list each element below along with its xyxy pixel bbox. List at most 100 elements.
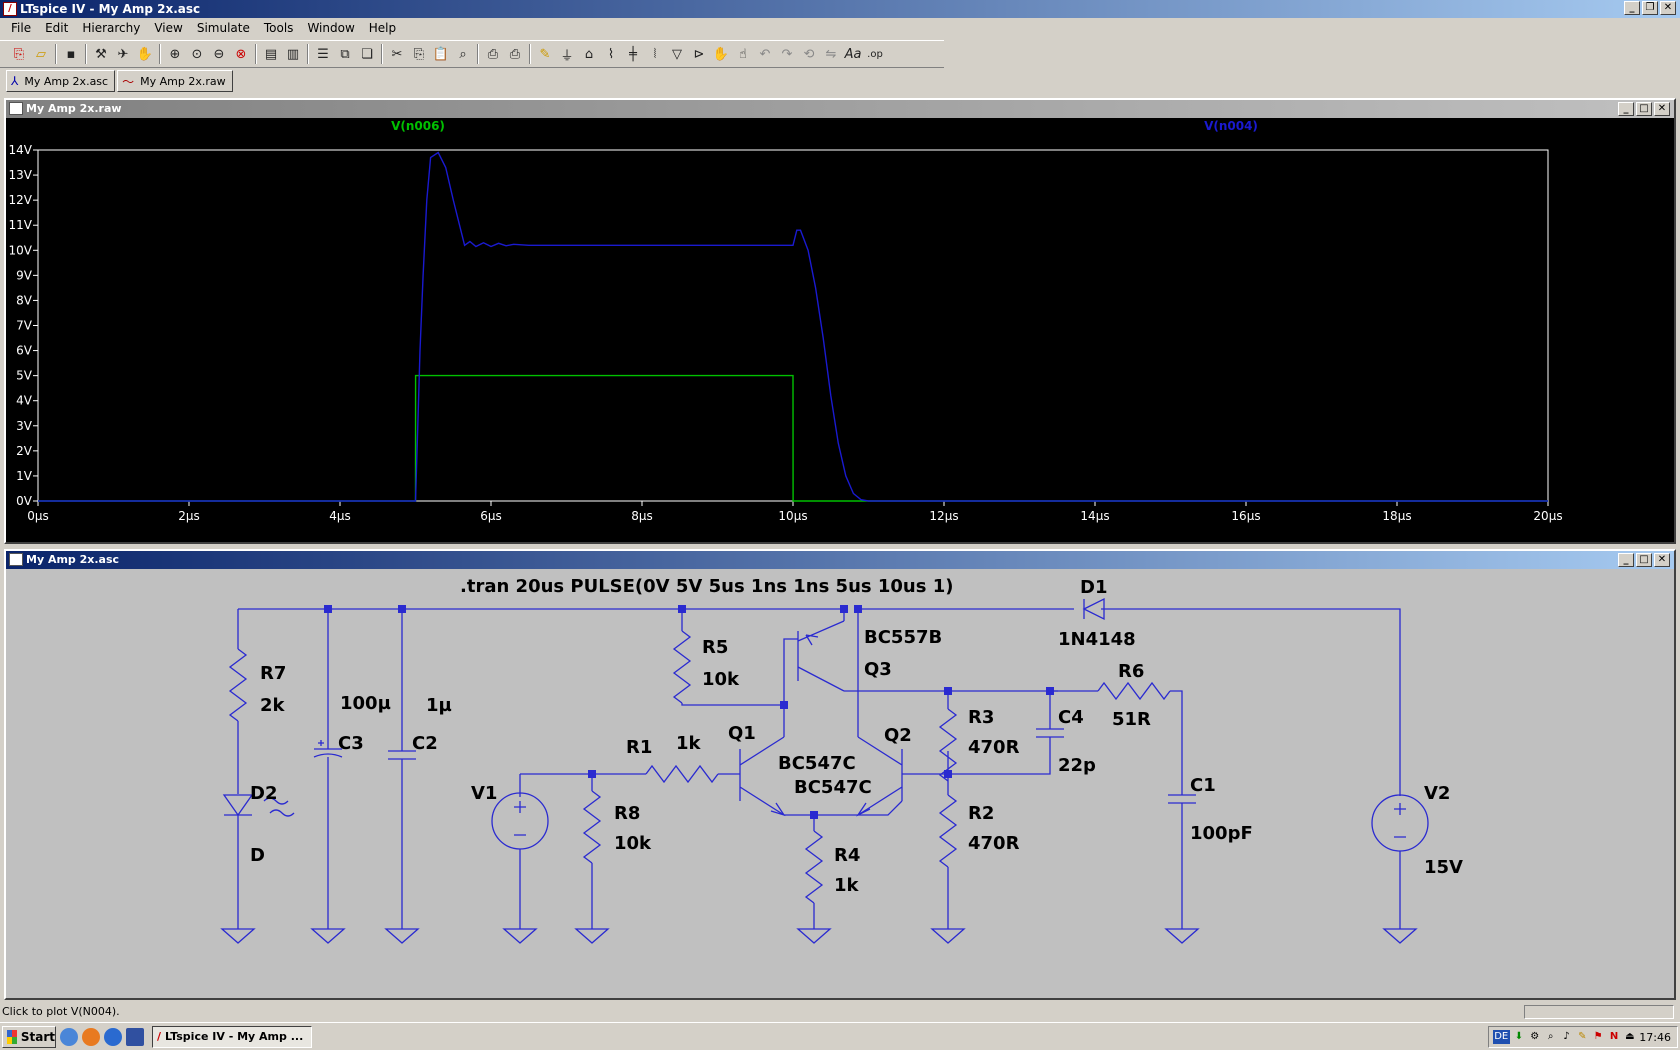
zoom-full-icon[interactable]: ⊙ xyxy=(186,43,208,65)
label-r1: R1 xyxy=(626,737,652,758)
autorange-icon[interactable]: ▤ xyxy=(260,43,282,65)
new-schematic-icon[interactable]: ⎘ xyxy=(8,43,30,65)
close-icon[interactable]: ✕ xyxy=(1654,553,1670,567)
menu-tools[interactable]: Tools xyxy=(257,18,301,38)
capacitor-c1 xyxy=(1168,794,1196,804)
minimize-icon[interactable]: _ xyxy=(1624,1,1640,15)
maximize-icon[interactable]: □ xyxy=(1636,102,1652,116)
norton-icon[interactable]: N xyxy=(1608,1030,1621,1044)
copy-icon[interactable]: ⎘ xyxy=(408,43,430,65)
redo-icon[interactable]: ↷ xyxy=(776,43,798,65)
close-icon[interactable]: ✕ xyxy=(1660,1,1676,15)
network-icon[interactable]: ⚙ xyxy=(1528,1030,1541,1044)
junction-dot xyxy=(854,605,862,613)
print-setup-icon[interactable]: ⎙ xyxy=(482,43,504,65)
component-icon[interactable]: ⊳ xyxy=(688,43,710,65)
move-icon[interactable]: ✋ xyxy=(710,43,732,65)
menu-simulate[interactable]: Simulate xyxy=(190,18,257,38)
spice-directive-icon[interactable]: .op xyxy=(864,43,886,65)
x-tick-label: 8µs xyxy=(631,509,653,523)
minimize-icon[interactable]: _ xyxy=(1618,102,1634,116)
drag-icon[interactable]: ☝ xyxy=(732,43,754,65)
label-c1: C1 xyxy=(1190,775,1216,796)
wire xyxy=(783,638,798,705)
tools-icon[interactable]: ✎ xyxy=(1576,1030,1589,1044)
maximize-icon[interactable]: □ xyxy=(1636,553,1652,567)
halt-icon[interactable]: ✋ xyxy=(134,43,156,65)
schematic-canvas[interactable]: .tran 20us PULSE(0V 5V 5us 1ns 1ns 5us 1… xyxy=(6,569,1674,998)
resistor-icon[interactable]: ⌇ xyxy=(600,43,622,65)
label-icon[interactable]: ⌂ xyxy=(578,43,600,65)
trace-label-v-n006[interactable]: V(n006) xyxy=(391,119,445,133)
y-tick-label: 0V xyxy=(16,494,33,508)
x-tick-label: 2µs xyxy=(178,509,200,523)
search-icon[interactable]: ⌕ xyxy=(1544,1030,1557,1044)
antivirus-icon[interactable]: ⚑ xyxy=(1592,1030,1605,1044)
trace-label-v-n004[interactable]: V(n004) xyxy=(1204,119,1258,133)
mirror-icon[interactable]: ⇋ xyxy=(820,43,842,65)
zoom-in-icon[interactable]: ⊕ xyxy=(164,43,186,65)
split-icon[interactable]: ▥ xyxy=(282,43,304,65)
control-panel-icon[interactable]: ⚒ xyxy=(90,43,112,65)
ground-icon[interactable]: ⏚ xyxy=(556,43,578,65)
restore-icon[interactable]: ❐ xyxy=(1642,1,1658,15)
close-icon[interactable]: ✕ xyxy=(1654,102,1670,116)
word-icon[interactable] xyxy=(126,1027,144,1046)
undo-icon[interactable]: ↶ xyxy=(754,43,776,65)
label-r6: R6 xyxy=(1118,661,1144,682)
waveform-plot-area[interactable]: 14V 13V 12V 11V 10V 9V 8V 7V 6V 5V 4V 3V 2V 1V 0V 0µs 2µ… xyxy=(6,118,1674,542)
menu-help[interactable]: Help xyxy=(362,18,403,38)
window-title: LTspice IV - My Amp 2x.asc xyxy=(20,2,201,16)
safely-remove-icon[interactable]: ⏏ xyxy=(1623,1030,1636,1044)
ltspice-app-icon[interactable]: / xyxy=(3,2,17,16)
language-indicator[interactable]: DE xyxy=(1493,1030,1510,1044)
menu-hierarchy[interactable]: Hierarchy xyxy=(75,18,147,38)
tab-schematic[interactable]: ⅄ My Amp 2x.asc xyxy=(6,70,116,92)
save-icon[interactable]: ▪ xyxy=(60,43,82,65)
paste-icon[interactable]: 📋 xyxy=(430,43,452,65)
cut-icon[interactable]: ✂ xyxy=(386,43,408,65)
volume-icon[interactable]: ♪ xyxy=(1560,1030,1573,1044)
tab-waveform[interactable]: 〜 My Amp 2x.raw xyxy=(117,70,233,92)
menu-view[interactable]: View xyxy=(147,18,189,38)
tile-vertical-icon[interactable]: ⧉ xyxy=(334,43,356,65)
firefox-icon[interactable] xyxy=(82,1027,100,1046)
inductor-icon[interactable]: ⦚ xyxy=(644,43,666,65)
find-icon[interactable]: ⌕ xyxy=(452,43,474,65)
cascade-icon[interactable]: ❏ xyxy=(356,43,378,65)
value-r7: 2k xyxy=(260,695,286,716)
rotate-icon[interactable]: ⟲ xyxy=(798,43,820,65)
ie-icon[interactable] xyxy=(60,1027,78,1046)
open-icon[interactable]: ▱ xyxy=(30,43,52,65)
zoom-cancel-icon[interactable]: ⊗ xyxy=(230,43,252,65)
capacitor-icon[interactable]: ╪ xyxy=(622,43,644,65)
label-r8: R8 xyxy=(614,803,640,824)
schematic-window-titlebar[interactable]: My Amp 2x.asc _ □ ✕ xyxy=(6,551,1674,569)
start-button[interactable]: Start xyxy=(2,1025,56,1048)
waveform-window-titlebar[interactable]: My Amp 2x.raw _ □ ✕ xyxy=(6,100,1674,118)
value-r8: 10k xyxy=(614,833,652,854)
spice-directive[interactable]: .tran 20us PULSE(0V 5V 5us 1ns 1ns 5us 1… xyxy=(460,576,953,597)
schematic-drawing[interactable]: .tran 20us PULSE(0V 5V 5us 1ns 1ns 5us 1… xyxy=(6,569,1674,998)
minimize-icon[interactable]: _ xyxy=(1618,553,1634,567)
x-tick-label: 0µs xyxy=(27,509,49,523)
schematic-window: My Amp 2x.asc _ □ ✕ .tran 20us PULSE(0V … xyxy=(4,549,1676,1000)
title-bar: / LTspice IV - My Amp 2x.asc _ ❐ ✕ xyxy=(0,0,1680,18)
diode-icon[interactable]: ▽ xyxy=(666,43,688,65)
print-icon[interactable]: ⎙ xyxy=(504,43,526,65)
menu-bar: File Edit Hierarchy View Simulate Tools … xyxy=(0,18,1680,38)
zoom-out-icon[interactable]: ⊖ xyxy=(208,43,230,65)
media-player-icon[interactable] xyxy=(104,1027,122,1046)
schematic-window-icon xyxy=(9,553,23,566)
toolbar: ⎘ ▱ ▪ ⚒ ✈ ✋ ⊕ ⊙ ⊖ ⊗ ▤ ▥ ☰ ⧉ ❏ ✂ ⎘ 📋 ⌕ ⎙ … xyxy=(0,40,944,68)
taskbar-item-ltspice[interactable]: / LTspice IV - My Amp ... xyxy=(152,1025,312,1048)
tile-horizontal-icon[interactable]: ☰ xyxy=(312,43,334,65)
waveform-chart[interactable]: 14V 13V 12V 11V 10V 9V 8V 7V 6V 5V 4V 3V 2V 1V 0V0µs 2µ… xyxy=(6,118,1674,542)
download-icon[interactable]: ⬇ xyxy=(1513,1030,1526,1044)
menu-edit[interactable]: Edit xyxy=(38,18,75,38)
text-icon[interactable]: Aa xyxy=(842,43,864,65)
wire-icon[interactable]: ✎ xyxy=(534,43,556,65)
menu-file[interactable]: File xyxy=(4,18,38,38)
run-icon[interactable]: ✈ xyxy=(112,43,134,65)
menu-window[interactable]: Window xyxy=(300,18,361,38)
